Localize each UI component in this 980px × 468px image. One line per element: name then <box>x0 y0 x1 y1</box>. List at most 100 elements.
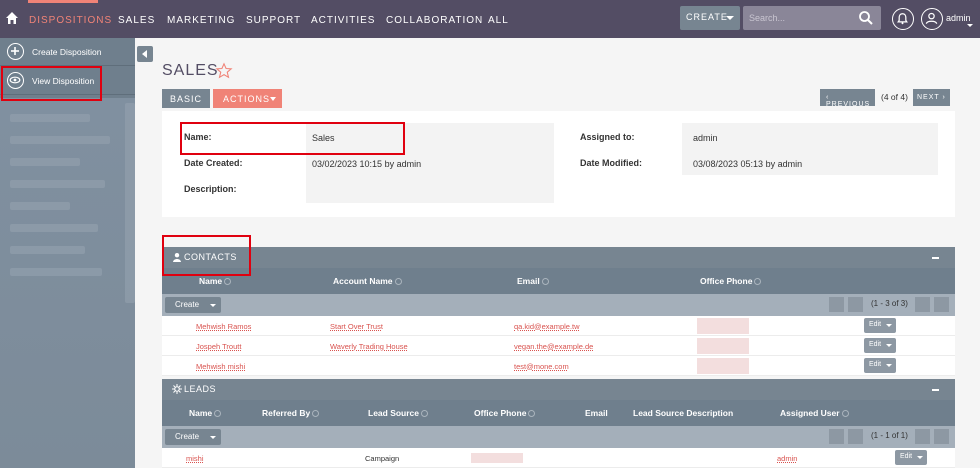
previous-label: PREVIOUS <box>826 101 871 108</box>
bell-icon <box>897 13 908 25</box>
highlight-box-name-field <box>180 122 405 155</box>
chevron-down-icon <box>886 344 892 347</box>
first-page-button[interactable] <box>829 297 844 312</box>
home-icon[interactable] <box>5 11 19 25</box>
column-header-office-phone[interactable]: Office Phone <box>700 276 762 286</box>
user-menu-label[interactable]: admin <box>946 13 971 23</box>
search-icon[interactable] <box>858 10 874 26</box>
redacted-phone <box>471 453 523 463</box>
prev-page-button[interactable] <box>848 429 863 444</box>
table-row: Mehwish mishi test@mone.com Edit <box>162 356 955 376</box>
last-page-button[interactable] <box>934 297 949 312</box>
leads-create-button[interactable]: Create <box>165 429 221 445</box>
table-row: Jospeh Troutt Waverly Trading House vega… <box>162 336 955 356</box>
sort-icon <box>214 410 222 417</box>
edit-button[interactable]: Edit <box>895 450 927 465</box>
sort-icon <box>312 410 320 417</box>
favorite-star-icon[interactable] <box>215 62 233 80</box>
date-modified-label: Date Modified: <box>580 158 642 168</box>
tab-basic[interactable]: BASIC <box>162 89 210 108</box>
sort-icon <box>754 278 762 285</box>
create-label: Create <box>175 432 200 441</box>
chevron-down-icon <box>210 304 216 307</box>
sort-icon <box>528 410 536 417</box>
contact-name[interactable]: Mehwish Ramos <box>196 322 251 331</box>
nav-collaboration[interactable]: COLLABORATION <box>386 15 483 26</box>
contact-account[interactable]: Waverly Trading House <box>330 342 408 351</box>
user-avatar-icon[interactable] <box>921 8 943 30</box>
chevron-down-icon <box>270 97 276 101</box>
column-header-name[interactable]: Name <box>199 276 232 286</box>
next-page-button[interactable] <box>915 429 930 444</box>
contact-email[interactable]: qa.kid@example.tw <box>514 322 580 331</box>
nav-support[interactable]: SUPPORT <box>246 15 301 26</box>
assigned-to-label: Assigned to: <box>580 132 635 142</box>
column-header-assigned-user[interactable]: Assigned User <box>780 408 849 418</box>
prev-page-button[interactable] <box>848 297 863 312</box>
date-modified-value: 03/08/2023 05:13 by admin <box>693 159 803 169</box>
edit-button[interactable]: Edit <box>864 338 896 353</box>
edit-button[interactable]: Edit <box>864 358 896 373</box>
leads-subpanel-header[interactable]: LEADS <box>162 379 955 400</box>
next-record-button[interactable]: NEXT › <box>913 89 950 106</box>
contact-name[interactable]: Mehwish mishi <box>196 362 245 371</box>
lead-name[interactable]: mishi <box>186 454 204 463</box>
column-header-email[interactable]: Email <box>517 276 549 286</box>
contact-name[interactable]: Jospeh Troutt <box>196 342 241 351</box>
sort-icon <box>421 410 429 417</box>
collapse-sidebar-button[interactable] <box>137 46 153 62</box>
collapse-minus-icon[interactable] <box>932 257 939 259</box>
first-page-button[interactable] <box>829 429 844 444</box>
notification-bell-icon[interactable] <box>892 8 914 30</box>
chevron-down-icon <box>886 324 892 327</box>
page-title: SALES <box>162 62 219 79</box>
next-page-button[interactable] <box>915 297 930 312</box>
column-header-lead-source[interactable]: Lead Source <box>368 408 429 418</box>
contacts-toolbar: Create (1 - 3 of 3) <box>162 294 955 316</box>
nav-marketing[interactable]: MARKETING <box>167 15 235 26</box>
contact-email[interactable]: test@mone.com <box>514 362 569 371</box>
column-header-email[interactable]: Email <box>585 408 608 418</box>
column-header-name[interactable]: Name <box>189 408 222 418</box>
contact-account[interactable]: Start Over Trust <box>330 322 383 331</box>
create-label: Create <box>175 300 200 309</box>
date-created-label: Date Created: <box>184 158 243 168</box>
table-row: Mehwish Ramos Start Over Trust qa.kid@ex… <box>162 316 955 336</box>
chevron-down-icon <box>917 456 923 459</box>
edit-button[interactable]: Edit <box>864 318 896 333</box>
sidebar-item-create-disposition[interactable]: Create Disposition <box>0 38 135 66</box>
assigned-to-value[interactable]: admin <box>693 133 718 143</box>
active-tab-indicator <box>28 0 98 3</box>
contact-email[interactable]: vegan.the@example.de <box>514 342 593 351</box>
leads-icon <box>172 384 182 394</box>
nav-all[interactable]: ALL <box>488 15 509 26</box>
sort-icon <box>841 410 849 417</box>
column-header-account-name[interactable]: Account Name <box>333 276 402 286</box>
collapse-minus-icon[interactable] <box>932 389 939 391</box>
nav-sales[interactable]: SALES <box>118 15 155 26</box>
chevron-down-icon[interactable] <box>967 24 973 27</box>
redacted-phone <box>697 318 749 334</box>
column-header-referred-by[interactable]: Referred By <box>262 408 320 418</box>
lead-source: Campaign <box>365 454 400 463</box>
previous-record-button[interactable]: ‹ PREVIOUS <box>820 89 875 108</box>
column-header-office-phone[interactable]: Office Phone <box>474 408 536 418</box>
nav-dispositions[interactable]: DISPOSITIONS <box>29 15 112 26</box>
chevron-down-icon <box>886 364 892 367</box>
sort-icon <box>394 278 402 285</box>
create-button[interactable]: CREATE <box>680 6 740 30</box>
actions-dropdown-button[interactable]: ACTIONS <box>213 89 282 108</box>
table-row: mishi Campaign admin Edit <box>162 448 955 468</box>
sidebar: Create Disposition View Disposition <box>0 38 135 468</box>
lead-assigned-user[interactable]: admin <box>777 454 797 463</box>
contacts-create-button[interactable]: Create <box>165 297 221 313</box>
column-header-lead-source-description[interactable]: Lead Source Description <box>633 408 733 418</box>
description-label: Description: <box>184 184 237 194</box>
create-button-label: CREATE <box>686 12 728 22</box>
redacted-phone <box>697 338 749 354</box>
date-created-value: 03/02/2023 10:15 by admin <box>312 159 422 169</box>
contacts-range: (1 - 3 of 3) <box>871 299 908 308</box>
last-page-button[interactable] <box>934 429 949 444</box>
contacts-subpanel-header[interactable]: CONTACTS <box>162 247 955 268</box>
nav-activities[interactable]: ACTIVITIES <box>311 15 375 26</box>
